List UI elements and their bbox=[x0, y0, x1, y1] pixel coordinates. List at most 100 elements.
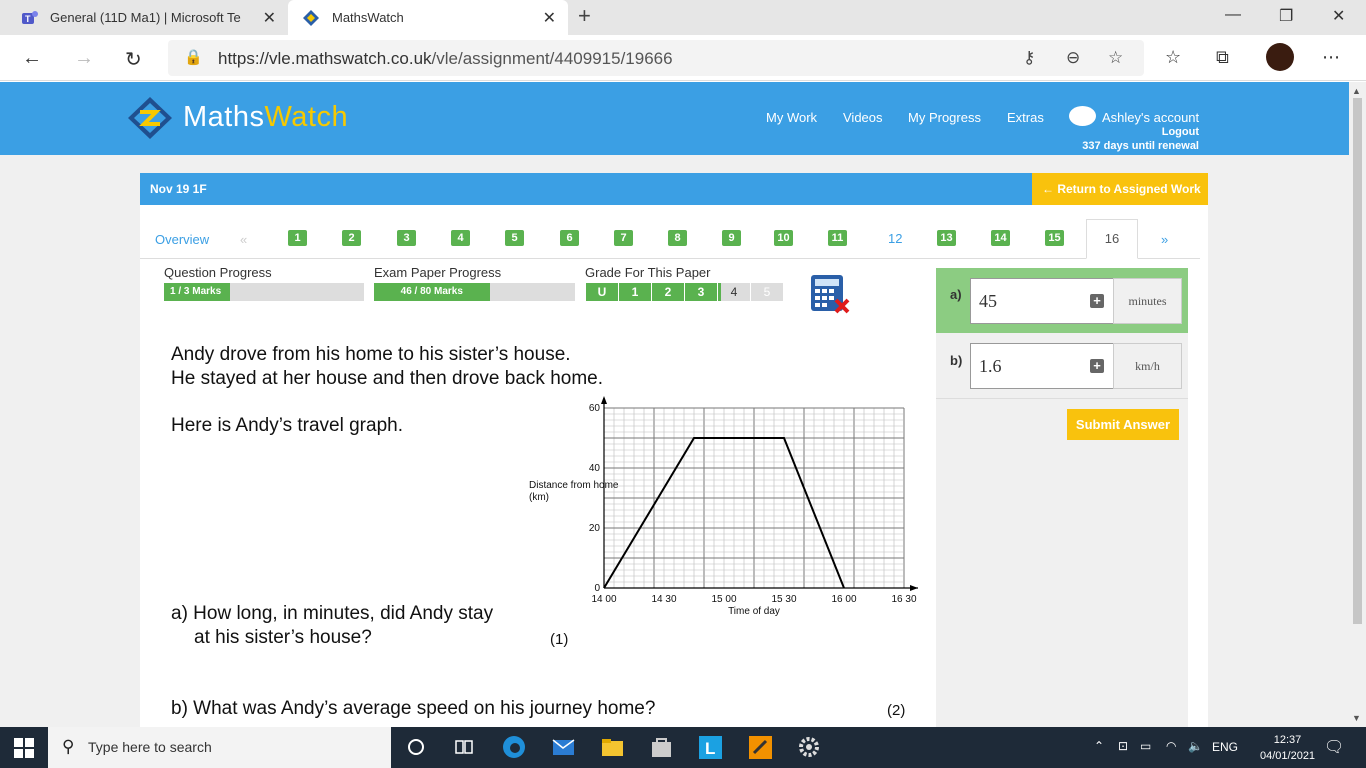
answer-a-input[interactable]: 45 + bbox=[970, 278, 1114, 324]
exam-progress-bar: 46 / 80 Marks bbox=[374, 283, 575, 301]
file-explorer-icon[interactable] bbox=[600, 735, 625, 760]
settings-gear-icon[interactable] bbox=[797, 735, 822, 760]
paper-title: Nov 19 1F bbox=[150, 182, 207, 196]
x-axis-label: Time of day bbox=[728, 606, 780, 617]
plus-icon[interactable]: + bbox=[1090, 359, 1104, 373]
plus-icon[interactable]: + bbox=[1090, 294, 1104, 308]
mathswatch-logo-icon[interactable] bbox=[128, 96, 173, 140]
forward-icon[interactable]: → bbox=[74, 47, 94, 70]
overview-link[interactable]: Overview bbox=[155, 232, 209, 247]
clock[interactable]: 12:37 04/01/2021 bbox=[1260, 732, 1315, 764]
nav-videos[interactable]: Videos bbox=[843, 110, 883, 125]
y-axis-arrow bbox=[601, 396, 607, 404]
question-link-8[interactable]: 8 bbox=[668, 230, 687, 246]
key-icon[interactable]: ⚷ bbox=[1023, 48, 1035, 68]
language-indicator[interactable]: ENG bbox=[1212, 740, 1238, 754]
tray-device-icon[interactable]: ⊡ bbox=[1118, 739, 1128, 753]
zoom-out-icon[interactable]: ⊖ bbox=[1066, 48, 1080, 68]
windows-start-icon[interactable] bbox=[14, 738, 34, 758]
wifi-icon[interactable]: ◠ bbox=[1166, 739, 1176, 753]
exam-progress-label: Exam Paper Progress bbox=[374, 265, 502, 280]
card-header: Nov 19 1F ← Return to Assigned Work bbox=[140, 173, 1208, 205]
question-link-2[interactable]: 2 bbox=[342, 230, 361, 246]
minimize-icon[interactable]: — bbox=[1225, 6, 1241, 24]
page-scrollbar[interactable]: ▲ ▼ bbox=[1349, 82, 1366, 727]
return-button[interactable]: ← Return to Assigned Work bbox=[1032, 173, 1208, 205]
travel-graph: 14 00 14 30 15 00 15 30 16 00 16 30 0 20 40 60 Tim… bbox=[529, 396, 918, 617]
question-link-10[interactable]: 10 bbox=[774, 230, 793, 246]
grade-cell-3: 3 bbox=[685, 283, 718, 301]
tab-teams[interactable]: T General (11D Ma1) | Microsoft Te ✕ bbox=[0, 0, 288, 35]
windows-taskbar: ⚲ Type here to search L ⌃ ⊡ ▭ ◠ 🔈 ENG 12… bbox=[0, 727, 1366, 768]
answer-a-unit: minutes bbox=[1113, 278, 1182, 324]
submit-answer-button[interactable]: Submit Answer bbox=[1067, 409, 1179, 440]
scroll-thumb[interactable] bbox=[1353, 98, 1362, 624]
close-icon[interactable]: ✕ bbox=[543, 8, 556, 28]
app-orange-icon[interactable] bbox=[748, 735, 773, 760]
question-link-7[interactable]: 7 bbox=[614, 230, 633, 246]
answer-b-input[interactable]: 1.6 + bbox=[970, 343, 1114, 389]
question-text-line3: Here is Andy’s travel graph. bbox=[171, 415, 403, 436]
question-link-14[interactable]: 14 bbox=[991, 230, 1010, 246]
question-link-12[interactable]: 12 bbox=[885, 231, 905, 247]
answer-a-value: 45 bbox=[979, 291, 997, 311]
more-icon[interactable]: ⋯ bbox=[1322, 47, 1340, 68]
restore-icon[interactable]: ❐ bbox=[1279, 6, 1293, 26]
question-link-9[interactable]: 9 bbox=[722, 230, 741, 246]
account-link[interactable]: Ashley's account bbox=[1102, 110, 1199, 125]
grade-cell-4: 4 bbox=[718, 283, 751, 301]
y-axis-label-line2: (km) bbox=[529, 492, 549, 503]
question-link-5[interactable]: 5 bbox=[505, 230, 524, 246]
grade-cell-5: 5 bbox=[751, 283, 784, 301]
question-link-15[interactable]: 15 bbox=[1045, 230, 1064, 246]
volume-muted-icon[interactable]: 🔈 bbox=[1188, 739, 1203, 753]
logo-text[interactable]: MathsWatch bbox=[183, 101, 348, 134]
answer-row-b: b) 1.6 + km/h bbox=[936, 333, 1188, 399]
grade-bar: U 1 2 3 4 5 bbox=[586, 283, 784, 301]
chevron-up-icon[interactable]: ⌃ bbox=[1094, 739, 1104, 753]
question-link-11[interactable]: 11 bbox=[828, 230, 847, 246]
new-tab-icon[interactable]: + bbox=[578, 3, 591, 29]
profile-avatar[interactable] bbox=[1266, 43, 1294, 71]
favorite-star-icon[interactable]: ☆ bbox=[1108, 48, 1123, 68]
question-link-6[interactable]: 6 bbox=[560, 230, 579, 246]
refresh-icon[interactable]: ↻ bbox=[125, 47, 142, 72]
task-view-icon[interactable] bbox=[452, 735, 477, 760]
edge-icon[interactable] bbox=[502, 735, 527, 760]
nav-my-work[interactable]: My Work bbox=[766, 110, 817, 125]
url-field[interactable]: 🔒 https://vle.mathswatch.co.uk/vle/assig… bbox=[168, 40, 1144, 76]
answer-b-unit: km/h bbox=[1113, 343, 1182, 389]
tab-mathswatch[interactable]: MathsWatch ✕ bbox=[288, 0, 568, 35]
close-icon[interactable]: ✕ bbox=[263, 8, 276, 28]
clock-date: 04/01/2021 bbox=[1260, 750, 1316, 762]
nav-my-progress[interactable]: My Progress bbox=[908, 110, 981, 125]
collections-icon[interactable]: ⧉ bbox=[1216, 47, 1229, 68]
l-app-icon[interactable]: L bbox=[698, 735, 723, 760]
chat-icon[interactable] bbox=[1069, 106, 1096, 126]
x-tick-label: 16 30 bbox=[891, 594, 916, 605]
question-current-16[interactable]: 16 bbox=[1086, 219, 1138, 259]
scroll-down-icon[interactable]: ▼ bbox=[1352, 713, 1361, 723]
cortana-icon[interactable] bbox=[404, 735, 429, 760]
question-link-3[interactable]: 3 bbox=[397, 230, 416, 246]
mail-icon[interactable] bbox=[551, 735, 576, 760]
taskbar-search-box[interactable]: ⚲ Type here to search bbox=[48, 727, 391, 768]
x-axis-arrow bbox=[910, 585, 918, 591]
question-link-4[interactable]: 4 bbox=[451, 230, 470, 246]
nav-extras[interactable]: Extras bbox=[1007, 110, 1044, 125]
next-page-link[interactable]: » bbox=[1161, 232, 1168, 247]
store-icon[interactable] bbox=[649, 735, 674, 760]
favorites-icon[interactable]: ☆ bbox=[1165, 47, 1181, 68]
logout-link[interactable]: Logout bbox=[1162, 126, 1199, 138]
question-link-1[interactable]: 1 bbox=[288, 230, 307, 246]
back-icon[interactable]: ← bbox=[22, 47, 42, 70]
battery-icon[interactable]: ▭ bbox=[1140, 739, 1151, 753]
question-link-13[interactable]: 13 bbox=[937, 230, 956, 246]
scroll-up-icon[interactable]: ▲ bbox=[1352, 86, 1361, 96]
browser-tab-bar: T General (11D Ma1) | Microsoft Te ✕ Mat… bbox=[0, 0, 1366, 35]
address-bar-row: ← → ↻ 🔒 https://vle.mathswatch.co.uk/vle… bbox=[0, 35, 1366, 81]
site-header: MathsWatch My Work Videos My Progress Ex… bbox=[0, 82, 1349, 155]
notification-icon[interactable]: 🗨 bbox=[1324, 737, 1344, 757]
window-close-icon[interactable]: ✕ bbox=[1332, 6, 1345, 26]
grade-cell-1: 1 bbox=[619, 283, 652, 301]
